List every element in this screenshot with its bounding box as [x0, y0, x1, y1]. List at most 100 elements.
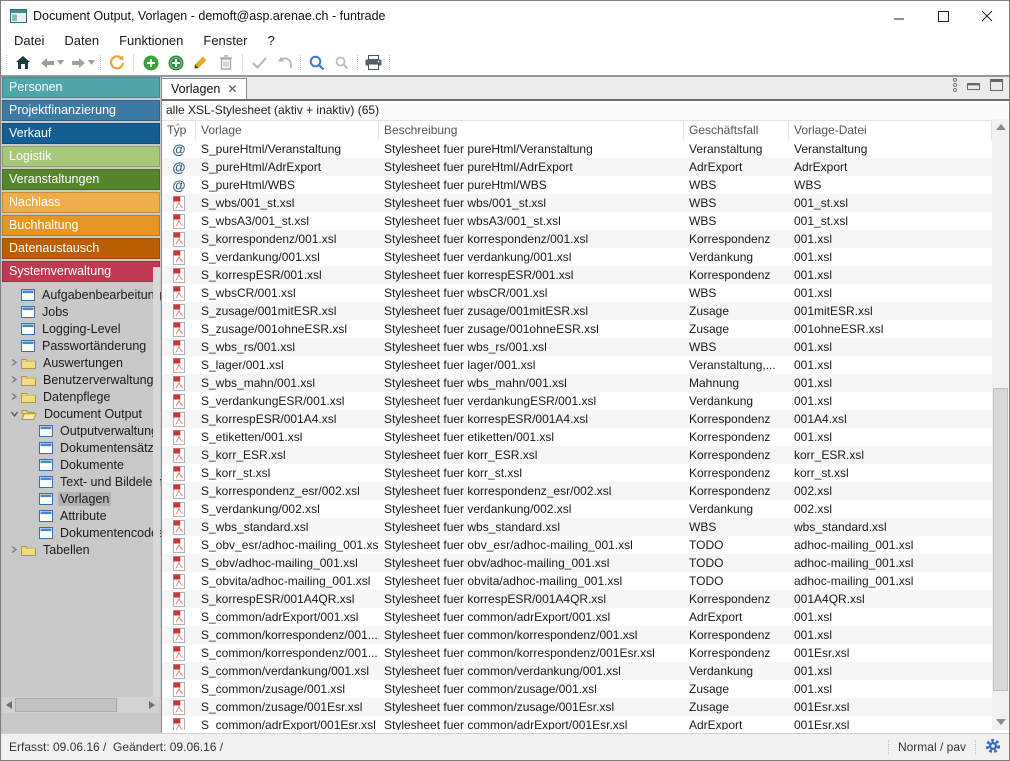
table-row[interactable]: S_common/korrespondenz/001.... Styleshee…: [162, 626, 992, 644]
tree-item[interactable]: Document Output: [1, 405, 161, 422]
pane-maximize-icon[interactable]: [990, 78, 1003, 96]
tab-vorlagen[interactable]: Vorlagen ✕: [161, 78, 247, 99]
add-alt-button[interactable]: [163, 52, 188, 74]
column-header-beschreibung[interactable]: Beschreibung: [379, 121, 684, 140]
tree-horizontal-scrollbar[interactable]: [2, 697, 159, 713]
tree-item[interactable]: Outputverwaltung: [1, 422, 161, 439]
tree-item[interactable]: Dokumentensätze: [1, 439, 161, 456]
table-row[interactable]: S_obv/adhoc-mailing_001.xsl Stylesheet f…: [162, 554, 992, 572]
table-row[interactable]: S_verdankungESR/001.xsl Stylesheet fuer …: [162, 392, 992, 410]
chevron-right-icon[interactable]: [10, 545, 18, 554]
column-header-typ[interactable]: ⌃Typ: [162, 121, 196, 140]
table-row[interactable]: S_common/korrespondenz/001... Stylesheet…: [162, 644, 992, 662]
table-row[interactable]: S_common/verdankung/001.xsl Stylesheet f…: [162, 662, 992, 680]
sidebar-category[interactable]: Buchhaltung: [2, 215, 160, 236]
table-vertical-scrollbar[interactable]: [992, 119, 1009, 730]
scroll-down-icon[interactable]: [992, 714, 1009, 730]
table-row[interactable]: S_korrespondenz_esr/002.xsl Stylesheet f…: [162, 482, 992, 500]
table-row[interactable]: S_common/zusage/001.xsl Stylesheet fuer …: [162, 680, 992, 698]
sidebar-category[interactable]: Personen: [2, 77, 160, 98]
table-row[interactable]: S_obvita/adhoc-mailing_001.xsl Styleshee…: [162, 572, 992, 590]
sidebar-category[interactable]: Systemverwaltung: [2, 261, 160, 282]
sidebar-category[interactable]: Datenaustausch: [2, 238, 160, 259]
tab-close-icon[interactable]: ✕: [227, 83, 237, 95]
column-header-vorlage[interactable]: Vorlage: [196, 121, 379, 140]
table-row[interactable]: S_etiketten/001.xsl Stylesheet fuer etik…: [162, 428, 992, 446]
sidebar-category[interactable]: Nachlass: [2, 192, 160, 213]
edit-pencil-button[interactable]: [188, 52, 213, 74]
chevron-right-icon[interactable]: [10, 392, 18, 401]
tree-item[interactable]: Benutzerverwaltung: [1, 371, 161, 388]
search-button[interactable]: [304, 52, 329, 74]
tree-hscroll-thumb[interactable]: [15, 698, 117, 712]
table-row[interactable]: S_wbs_mahn/001.xsl Stylesheet fuer wbs_m…: [162, 374, 992, 392]
column-header-geschaeftsfall[interactable]: Geschäftsfall: [684, 121, 789, 140]
table-row[interactable]: S_wbs/001_st.xsl Stylesheet fuer wbs/001…: [162, 194, 992, 212]
scroll-right-icon[interactable]: [145, 697, 159, 713]
table-row[interactable]: S_korrespESR/001A4QR.xsl Stylesheet fuer…: [162, 590, 992, 608]
menu-item-3[interactable]: Fenster: [193, 31, 257, 50]
tree-item[interactable]: Passwortänderung: [1, 337, 161, 354]
table-row[interactable]: S_verdankung/002.xsl Stylesheet fuer ver…: [162, 500, 992, 518]
menu-item-1[interactable]: Daten: [54, 31, 109, 50]
tree-item[interactable]: Attribute: [1, 507, 161, 524]
table-row[interactable]: S_lager/001.xsl Stylesheet fuer lager/00…: [162, 356, 992, 374]
tree-item[interactable]: Aufgabenbearbeitung: [1, 286, 161, 303]
table-row[interactable]: @ S_pureHtml/Veranstaltung Stylesheet fu…: [162, 140, 992, 158]
undo-button[interactable]: [272, 52, 297, 74]
tree-item[interactable]: Datenpflege: [1, 388, 161, 405]
tree-item[interactable]: Logging-Level: [1, 320, 161, 337]
chevron-down-icon[interactable]: [10, 410, 19, 418]
tree-item[interactable]: Vorlagen: [1, 490, 161, 507]
table-row[interactable]: S_korrespESR/001.xsl Stylesheet fuer kor…: [162, 266, 992, 284]
scroll-up-icon[interactable]: [992, 119, 1009, 135]
table-row[interactable]: S_wbsA3/001_st.xsl Stylesheet fuer wbsA3…: [162, 212, 992, 230]
chevron-right-icon[interactable]: [10, 358, 18, 367]
table-row[interactable]: @ S_pureHtml/AdrExport Stylesheet fuer p…: [162, 158, 992, 176]
print-button[interactable]: [361, 52, 386, 74]
table-row[interactable]: S_verdankung/001.xsl Stylesheet fuer ver…: [162, 248, 992, 266]
tree-item[interactable]: Jobs: [1, 303, 161, 320]
back-dropdown-icon[interactable]: [57, 60, 64, 65]
home-button[interactable]: [10, 52, 35, 74]
table-row[interactable]: S_wbsCR/001.xsl Stylesheet fuer wbsCR/00…: [162, 284, 992, 302]
tree-item[interactable]: Auswertungen: [1, 354, 161, 371]
filter-bar[interactable]: alle XSL-Stylesheet (aktiv + inaktiv) (6…: [162, 101, 1009, 121]
settings-gear-icon[interactable]: [985, 738, 1001, 757]
sidebar-category[interactable]: Verkauf: [2, 123, 160, 144]
table-row[interactable]: S_common/adrExport/001Esr.xsl Stylesheet…: [162, 716, 992, 730]
tree-item[interactable]: Dokumente: [1, 456, 161, 473]
sidebar-category[interactable]: Logistik: [2, 146, 160, 167]
table-row[interactable]: S_korr_ESR.xsl Stylesheet fuer korr_ESR.…: [162, 446, 992, 464]
search-secondary-button[interactable]: [329, 52, 354, 74]
menu-item-0[interactable]: Datei: [4, 31, 54, 50]
maximize-button[interactable]: [921, 1, 965, 31]
table-row[interactable]: S_zusage/001mitESR.xsl Stylesheet fuer z…: [162, 302, 992, 320]
add-button[interactable]: [138, 52, 163, 74]
confirm-check-button[interactable]: [247, 52, 272, 74]
table-row[interactable]: S_korr_st.xsl Stylesheet fuer korr_st.xs…: [162, 464, 992, 482]
tree-item[interactable]: Dokumentencodes: [1, 524, 161, 541]
table-scroll-thumb[interactable]: [993, 388, 1008, 691]
table-row[interactable]: S_common/zusage/001Esr.xsl Stylesheet fu…: [162, 698, 992, 716]
table-row[interactable]: S_common/adrExport/001.xsl Stylesheet fu…: [162, 608, 992, 626]
table-row[interactable]: S_obv_esr/adhoc-mailing_001.xsl Styleshe…: [162, 536, 992, 554]
pane-menu-dots-icon[interactable]: [953, 78, 957, 97]
forward-dropdown-icon[interactable]: [88, 60, 95, 65]
table-row[interactable]: @ S_pureHtml/WBS Stylesheet fuer pureHtm…: [162, 176, 992, 194]
tree-vertical-scrollbar[interactable]: [153, 267, 160, 697]
close-button[interactable]: [965, 1, 1009, 31]
table-row[interactable]: S_wbs_standard.xsl Stylesheet fuer wbs_s…: [162, 518, 992, 536]
minimize-button[interactable]: [877, 1, 921, 31]
table-row[interactable]: S_wbs_rs/001.xsl Stylesheet fuer wbs_rs/…: [162, 338, 992, 356]
chevron-right-icon[interactable]: [10, 375, 18, 384]
tree-item[interactable]: Text- und Bildelemente: [1, 473, 161, 490]
menu-item-4[interactable]: ?: [257, 31, 284, 50]
table-row[interactable]: S_korrespESR/001A4.xsl Stylesheet fuer k…: [162, 410, 992, 428]
sidebar-category[interactable]: Veranstaltungen: [2, 169, 160, 190]
refresh-button[interactable]: [104, 52, 129, 74]
scroll-left-icon[interactable]: [2, 697, 16, 713]
menu-item-2[interactable]: Funktionen: [109, 31, 193, 50]
sidebar-category[interactable]: Projektfinanzierung: [2, 100, 160, 121]
column-header-vorlage-datei[interactable]: Vorlage-Datei: [789, 121, 992, 140]
